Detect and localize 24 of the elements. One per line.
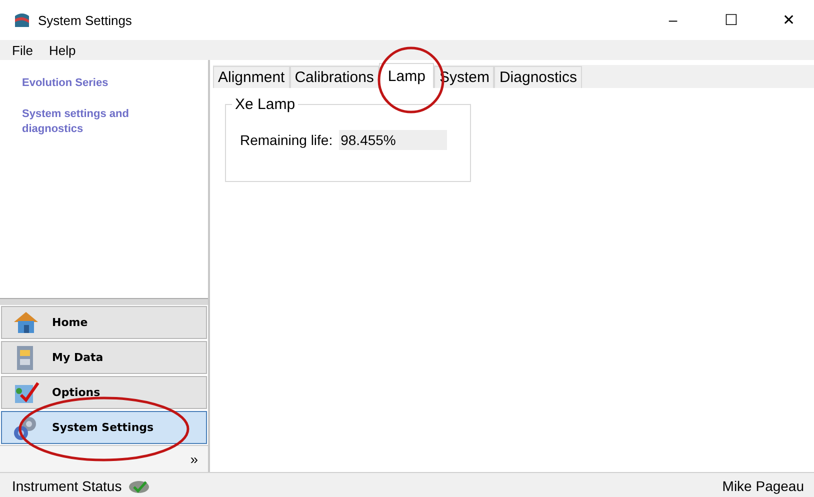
nav-button[interactable]: System Settings xyxy=(1,411,207,444)
window-title: System Settings xyxy=(38,12,133,28)
menu-item[interactable]: File xyxy=(12,42,33,58)
nav-button[interactable]: Options xyxy=(1,376,207,409)
sidebar-link[interactable]: System settings and diagnostics xyxy=(22,107,186,137)
tab[interactable]: Alignment xyxy=(213,66,290,88)
tab[interactable]: Calibrations xyxy=(290,66,379,88)
nav-button[interactable]: Home xyxy=(1,306,207,339)
value-field: 98.455% xyxy=(338,130,447,150)
tab[interactable]: Diagnostics xyxy=(494,66,582,88)
group-title: Xe Lamp xyxy=(232,96,298,113)
expand-button[interactable]: » xyxy=(190,451,198,467)
app-icon xyxy=(14,12,30,28)
maximize-button[interactable]: ☐ xyxy=(706,10,756,30)
nav-button[interactable]: My Data xyxy=(1,341,207,374)
menu-item[interactable]: Help xyxy=(48,42,76,58)
minimize-button[interactable]: – xyxy=(648,10,698,30)
splitter[interactable] xyxy=(0,298,208,305)
field-label: Remaining life: xyxy=(240,132,333,148)
status-text: Instrument Status xyxy=(12,478,122,494)
user-name: Mike Pageau xyxy=(722,478,804,494)
tab[interactable]: Lamp xyxy=(378,63,434,88)
sidebar-link[interactable]: Evolution Series xyxy=(22,76,186,91)
close-button[interactable]: ✕ xyxy=(764,10,814,30)
